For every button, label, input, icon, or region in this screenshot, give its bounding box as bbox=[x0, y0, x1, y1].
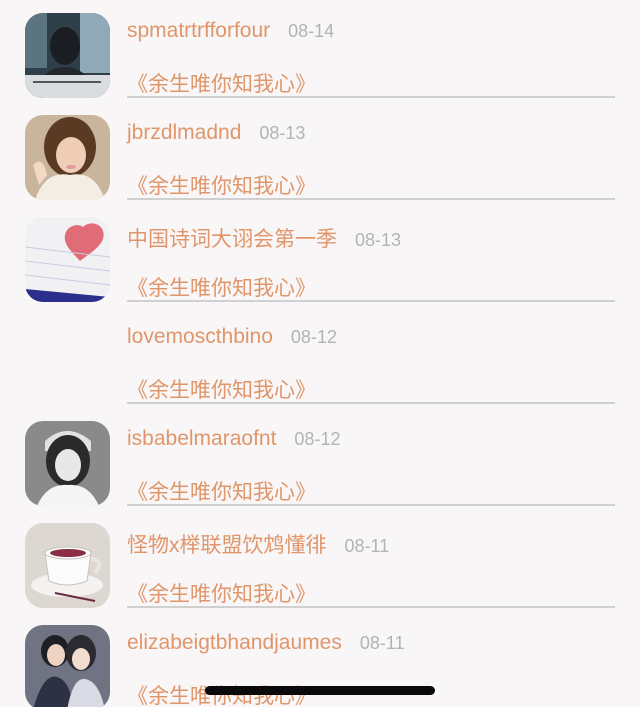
post-content[interactable]: 《余生唯你知我心》 bbox=[127, 578, 316, 608]
username-link[interactable]: 中国诗词大诩会第一季 bbox=[127, 228, 337, 251]
list-item[interactable]: 中国诗词大诩会第一季 08-13 《余生唯你知我心》 bbox=[0, 217, 640, 319]
list-item[interactable]: lovemoscthbino 08-12 《余生唯你知我心》 bbox=[0, 319, 640, 421]
username-link[interactable]: jbrzdlmadnd bbox=[127, 121, 241, 144]
post-header: 怪物x榉联盟饮鸩懂徘 08-11 bbox=[127, 529, 389, 559]
username-link[interactable]: elizabeigtbhandjaumes bbox=[127, 631, 342, 654]
list-item[interactable]: spmatrtrfforfour 08-14 《余生唯你知我心》 bbox=[0, 13, 640, 115]
divider bbox=[127, 300, 615, 302]
post-date: 08-14 bbox=[288, 21, 335, 41]
home-indicator[interactable] bbox=[205, 686, 435, 695]
avatar[interactable] bbox=[25, 217, 110, 302]
avatar[interactable] bbox=[25, 13, 110, 98]
avatar[interactable] bbox=[25, 523, 110, 608]
divider bbox=[127, 504, 615, 506]
post-content[interactable]: 《余生唯你知我心》 bbox=[127, 68, 316, 98]
post-header: elizabeigtbhandjaumes 08-11 bbox=[127, 631, 405, 655]
divider bbox=[127, 96, 615, 98]
couple-photo-icon bbox=[25, 625, 110, 707]
comment-feed: spmatrtrfforfour 08-14 《余生唯你知我心》 jbrzdlma… bbox=[0, 0, 640, 707]
avatar[interactable] bbox=[25, 625, 110, 707]
username-link[interactable]: isbabelmaraofnt bbox=[127, 427, 276, 450]
post-date: 08-12 bbox=[290, 327, 337, 347]
divider bbox=[127, 402, 615, 404]
divider bbox=[127, 606, 615, 608]
username-link[interactable]: lovemoscthbino bbox=[127, 325, 273, 348]
post-header: 中国诗词大诩会第一季 08-13 bbox=[127, 223, 401, 253]
avatar[interactable] bbox=[25, 421, 110, 506]
post-content[interactable]: 《余生唯你知我心》 bbox=[127, 272, 316, 302]
avatar[interactable] bbox=[25, 115, 110, 200]
list-item[interactable]: 怪物x榉联盟饮鸩懂徘 08-11 《余生唯你知我心》 bbox=[0, 523, 640, 625]
heart-notebook-icon bbox=[25, 217, 110, 302]
list-item[interactable]: isbabelmaraofnt 08-12 《余生唯你知我心》 bbox=[0, 421, 640, 523]
divider bbox=[127, 198, 615, 200]
post-content[interactable]: 《余生唯你知我心》 bbox=[127, 374, 316, 404]
post-date: 08-11 bbox=[359, 633, 405, 653]
person-at-window-icon bbox=[25, 13, 110, 98]
post-header: isbabelmaraofnt 08-12 bbox=[127, 427, 340, 451]
post-content[interactable]: 《余生唯你知我心》 bbox=[127, 476, 316, 506]
blank-avatar bbox=[25, 319, 110, 404]
post-header: lovemoscthbino 08-12 bbox=[127, 325, 337, 349]
post-header: jbrzdlmadnd 08-13 bbox=[127, 121, 305, 145]
post-date: 08-13 bbox=[355, 230, 402, 250]
post-content[interactable]: 《余生唯你知我心》 bbox=[127, 170, 316, 200]
post-date: 08-11 bbox=[344, 536, 390, 556]
coffee-cup-icon bbox=[25, 523, 110, 608]
avatar[interactable] bbox=[25, 319, 110, 404]
username-link[interactable]: spmatrtrfforfour bbox=[127, 19, 270, 42]
post-header: spmatrtrfforfour 08-14 bbox=[127, 19, 334, 43]
bw-portrait-icon bbox=[25, 421, 110, 506]
username-link[interactable]: 怪物x榉联盟饮鸩懂徘 bbox=[127, 534, 327, 557]
post-date: 08-13 bbox=[259, 123, 306, 143]
post-date: 08-12 bbox=[294, 429, 341, 449]
list-item[interactable]: jbrzdlmadnd 08-13 《余生唯你知我心》 bbox=[0, 115, 640, 217]
smiling-woman-icon bbox=[25, 115, 110, 200]
